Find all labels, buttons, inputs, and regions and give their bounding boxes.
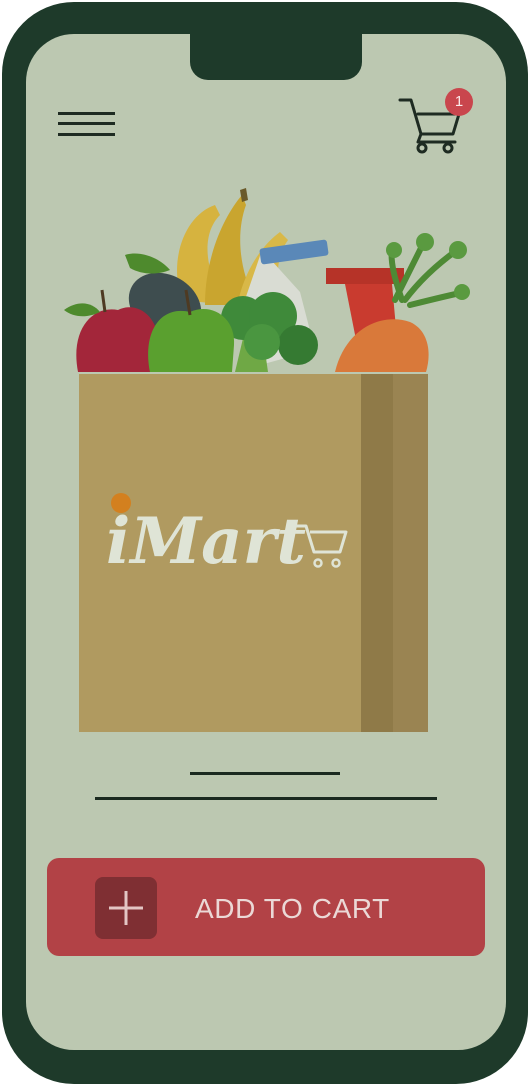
- add-to-cart-label: ADD TO CART: [195, 893, 390, 924]
- menu-button[interactable]: [56, 106, 118, 142]
- description-placeholder-line: [95, 797, 437, 800]
- grocery-bag-illustration: iMart: [64, 188, 470, 732]
- add-to-cart-button[interactable]: ADD TO CART: [47, 858, 485, 956]
- title-placeholder-line: [190, 772, 340, 775]
- plus-icon: [95, 877, 157, 939]
- phone-notch: [190, 22, 362, 80]
- svg-text:iMart: iMart: [106, 504, 306, 579]
- cart-count-badge: 1: [445, 88, 473, 116]
